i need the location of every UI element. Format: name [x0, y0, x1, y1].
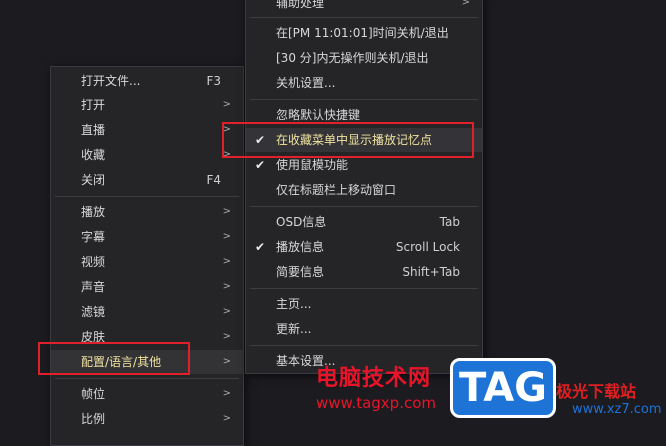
menu-item-shortcut: F3	[206, 74, 221, 88]
menu-item-label: 字幕	[81, 230, 106, 244]
menu-item-video[interactable]: 视频 >	[51, 250, 243, 274]
menu-item-live[interactable]: 直播 >	[51, 118, 243, 142]
submenu-arrow-icon: >	[222, 256, 231, 267]
menu-item-label: 打开	[81, 98, 106, 112]
menu-item-shutdown-idle[interactable]: [30 分]内无操作则关机/退出	[246, 46, 482, 70]
watermark-jg: 极光下载站	[556, 382, 637, 401]
menu-item-label: 简要信息	[276, 265, 325, 279]
menu-item-label: 仅在标题栏上移动窗口	[276, 183, 397, 197]
submenu-arrow-icon: >	[222, 99, 231, 110]
main-context-menu: 打开文件... F3 打开 > 直播 > 收藏 > 关闭 F4 播放 > 字幕 …	[50, 66, 244, 446]
menu-item-label: 比例	[81, 412, 106, 426]
menu-item-label: 在[PM 11:01:01]时间关机/退出	[276, 26, 449, 40]
submenu-arrow-icon: >	[222, 231, 231, 242]
menu-separator	[250, 345, 478, 346]
menu-item-label: 打开文件...	[81, 74, 141, 88]
menu-item-ratio[interactable]: 比例 >	[51, 407, 243, 431]
menu-item-subtitles[interactable]: 字幕 >	[51, 225, 243, 249]
menu-item-label: 滤镜	[81, 305, 106, 319]
menu-item-open-file[interactable]: 打开文件... F3	[51, 69, 243, 93]
watermark-site-name: 电脑技术网	[316, 366, 432, 391]
menu-item-shutdown-settings[interactable]: 关机设置...	[246, 71, 482, 95]
submenu-arrow-icon: >	[222, 331, 231, 342]
menu-item-shortcut: Scroll Lock	[395, 240, 460, 254]
menu-item-label: 辅助处理	[276, 0, 325, 10]
menu-item-shortcut: F4	[206, 173, 221, 187]
menu-item-shortcut: Shift+Tab	[402, 265, 460, 279]
config-submenu: 辅助处理 > 在[PM 11:01:01]时间关机/退出 [30 分]内无操作则…	[245, 0, 483, 374]
menu-separator	[250, 99, 478, 100]
menu-item-label: 关闭	[81, 173, 106, 187]
menu-item-label: 声音	[81, 280, 106, 294]
submenu-arrow-icon: >	[222, 356, 231, 367]
menu-item-label: 主页...	[276, 297, 312, 311]
watermark-url: www.tagxp.com	[316, 394, 436, 412]
menu-item-update[interactable]: 更新...	[246, 317, 482, 341]
submenu-arrow-icon: >	[222, 306, 231, 317]
menu-item-brief-info[interactable]: 简要信息 Shift+Tab	[246, 260, 482, 284]
menu-item-shutdown-at-time[interactable]: 在[PM 11:01:01]时间关机/退出	[246, 21, 482, 45]
menu-item-label: 关机设置...	[276, 76, 336, 90]
menu-item-move-window-titlebar-only[interactable]: 仅在标题栏上移动窗口	[246, 178, 482, 202]
menu-item-favorites[interactable]: 收藏 >	[51, 143, 243, 167]
menu-item-audio[interactable]: 声音 >	[51, 275, 243, 299]
menu-item-filters[interactable]: 滤镜 >	[51, 300, 243, 324]
watermark: 电脑技术网 www.tagxp.com TAG 极光下载站 www.xz7.co…	[304, 356, 666, 431]
menu-item-label: 帧位	[81, 387, 106, 401]
menu-item-shortcut: Tab	[439, 215, 460, 229]
menu-item-label: [30 分]内无操作则关机/退出	[276, 51, 429, 65]
menu-item-label: 收藏	[81, 148, 106, 162]
menu-item-label: 播放	[81, 205, 106, 219]
submenu-arrow-icon: >	[461, 0, 470, 8]
highlight-box-config	[38, 342, 190, 375]
menu-item-homepage[interactable]: 主页...	[246, 292, 482, 316]
menu-separator	[55, 196, 239, 197]
menu-item-playback[interactable]: 播放 >	[51, 200, 243, 224]
submenu-arrow-icon: >	[222, 413, 231, 424]
menu-item-open[interactable]: 打开 >	[51, 93, 243, 117]
menu-item-label: 更新...	[276, 322, 312, 336]
watermark-xz-url: www.xz7.com	[572, 402, 662, 417]
submenu-arrow-icon: >	[222, 206, 231, 217]
menu-item-label: 播放信息	[276, 240, 325, 254]
menu-separator	[250, 17, 478, 18]
menu-item-label: 直播	[81, 123, 106, 137]
menu-item-close[interactable]: 关闭 F4	[51, 168, 243, 192]
menu-separator	[55, 378, 239, 379]
tag-logo: TAG	[450, 358, 556, 418]
menu-item-assist-processing[interactable]: 辅助处理 >	[246, 0, 482, 15]
submenu-arrow-icon: >	[222, 281, 231, 292]
menu-item-frame[interactable]: 帧位 >	[51, 382, 243, 406]
menu-item-osd-info[interactable]: OSD信息 Tab	[246, 210, 482, 234]
menu-item-label: OSD信息	[276, 215, 327, 229]
menu-separator	[250, 206, 478, 207]
menu-item-playback-info[interactable]: ✔ 播放信息 Scroll Lock	[246, 235, 482, 259]
checkmark-icon: ✔	[255, 240, 266, 254]
menu-item-label: 视频	[81, 255, 106, 269]
submenu-arrow-icon: >	[222, 388, 231, 399]
highlight-box-bookmarks-option	[222, 122, 474, 158]
menu-separator	[250, 288, 478, 289]
